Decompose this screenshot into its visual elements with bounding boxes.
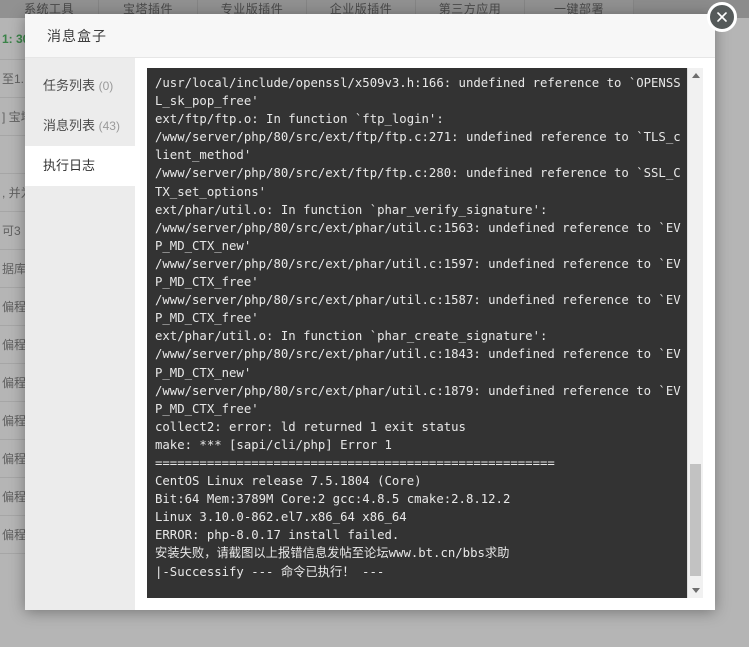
modal-header: 消息盒子	[25, 14, 715, 58]
chevron-down-icon[interactable]	[688, 583, 703, 598]
tab-message-list-count: (43)	[98, 119, 120, 133]
terminal-scrollbar[interactable]	[687, 68, 703, 598]
chevron-up-icon[interactable]	[688, 68, 703, 83]
scrollbar-thumb[interactable]	[690, 464, 701, 576]
terminal-console: /usr/local/include/openssl/x509v3.h:166:…	[147, 68, 703, 598]
tab-message-list-label: 消息列表	[43, 118, 96, 133]
modal-body: 任务列表 (0) 消息列表 (43) 执行日志 /usr/local/inclu…	[25, 58, 715, 610]
terminal-panel: /usr/local/include/openssl/x509v3.h:166:…	[135, 58, 715, 610]
tab-task-list-count: (0)	[98, 79, 114, 93]
modal-title: 消息盒子	[47, 27, 107, 44]
tab-execution-log[interactable]: 执行日志	[25, 146, 135, 186]
tab-message-list[interactable]: 消息列表 (43)	[25, 106, 135, 146]
tab-task-list-label: 任务列表	[43, 78, 96, 93]
execution-log-output: /usr/local/include/openssl/x509v3.h:166:…	[155, 76, 681, 579]
modal-sidebar-tabs: 任务列表 (0) 消息列表 (43) 执行日志	[25, 58, 135, 610]
message-box-modal: 消息盒子 任务列表 (0) 消息列表 (43) 执行日志 /usr/local/…	[25, 2, 737, 610]
tab-execution-log-label: 执行日志	[43, 158, 96, 173]
tab-task-list[interactable]: 任务列表 (0)	[25, 66, 135, 106]
close-icon[interactable]	[707, 2, 737, 32]
